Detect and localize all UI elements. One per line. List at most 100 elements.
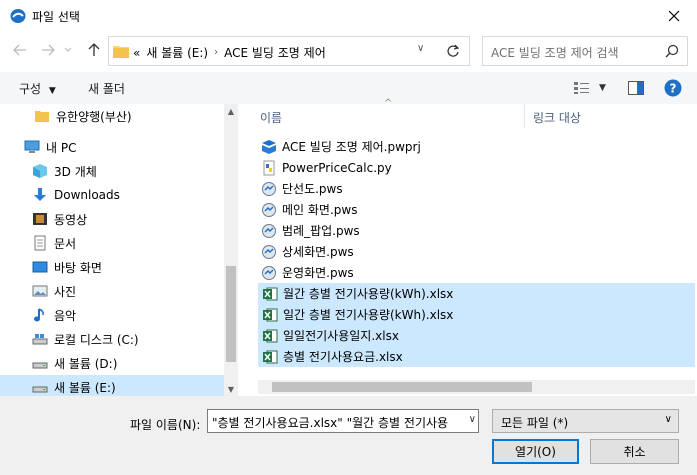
file-item[interactable]: ACE 빌딩 조명 제어.pwprj (258, 136, 695, 157)
cube-icon (33, 164, 47, 178)
column-link-target[interactable]: 링크 대상 (533, 109, 581, 126)
breadcrumb-item-folder[interactable]: ACE 빌딩 조명 제어 (224, 44, 326, 61)
sidebar-item-label: 문서 (54, 236, 77, 251)
desktop-icon (32, 261, 48, 273)
scroll-down-icon[interactable]: ▼ (224, 382, 238, 396)
address-dropdown-icon[interactable]: ∨ (417, 43, 424, 54)
command-bar: 구성 ▼ 새 폴더 ▼ ? (0, 72, 697, 104)
file-item[interactable]: 월간 층별 전기사용량(kWh).xlsx (258, 283, 695, 304)
file-item[interactable]: 일일전기사용일지.xlsx (258, 325, 695, 346)
sidebar-item-local-disk-c[interactable]: 로컬 디스크 (C:) (0, 327, 224, 351)
search-placeholder: ACE 빌딩 조명 제어 검색 (491, 46, 619, 60)
new-folder-button[interactable]: 새 폴더 (88, 80, 125, 97)
file-item[interactable]: 층별 전기사용요금.xlsx (258, 346, 695, 367)
search-icon (665, 44, 679, 58)
scrollbar-thumb[interactable] (272, 382, 532, 392)
cancel-button[interactable]: 취소 (590, 439, 679, 464)
organize-label: 구성 (19, 82, 42, 96)
filename-label: 파일 이름(N): (130, 418, 201, 432)
file-name: PowerPriceCalc.py (282, 160, 392, 175)
file-list: ^ 이름 링크 대상 ACE 빌딩 조명 제어.pwprj PowerPrice… (238, 98, 697, 396)
arrow-right-icon (42, 44, 55, 56)
navigation-pane: 유한양행(부산) 내 PC 3D 개체 Downloads 동영상 문서 바탕 … (0, 104, 238, 396)
address-bar[interactable]: « 새 볼륨 (E:) › ACE 빌딩 조명 제어 ∨ (108, 36, 470, 66)
project-icon (262, 139, 276, 154)
up-button[interactable] (84, 40, 104, 60)
file-item[interactable]: 운영화면.pws (258, 262, 695, 283)
file-item[interactable]: 일간 층별 전기사용량(kWh).xlsx (258, 304, 695, 325)
python-icon (263, 160, 275, 175)
close-button[interactable] (651, 0, 697, 32)
title-bar: 파일 선택 (0, 0, 697, 32)
sidebar-item-downloads[interactable]: Downloads (0, 183, 224, 207)
bottom-panel: 파일 이름(N): "층별 전기사용요금.xlsx" "월간 층별 전기사용 ∨… (0, 396, 697, 475)
breadcrumb-item-drive[interactable]: 새 볼륨 (E:) (146, 44, 208, 61)
preview-pane-button[interactable] (628, 78, 644, 98)
chevron-down-icon: ▼ (599, 83, 606, 93)
close-icon (668, 10, 680, 22)
search-input[interactable]: ACE 빌딩 조명 제어 검색 (482, 36, 688, 66)
filetype-select[interactable]: 모든 파일 (*) ∨ (492, 409, 679, 433)
file-item[interactable]: PowerPriceCalc.py (258, 157, 695, 178)
sidebar-item-label: 바탕 화면 (54, 260, 102, 275)
help-button[interactable]: ? (664, 78, 682, 98)
sidebar-item-volume-e[interactable]: 새 볼륨 (E:) (0, 375, 224, 396)
folder-icon (113, 46, 129, 58)
navigation-bar: « 새 볼륨 (E:) › ACE 빌딩 조명 제어 ∨ ACE 빌딩 조명 제… (0, 32, 697, 70)
sidebar-item-label: 3D 개체 (54, 164, 97, 179)
pws-icon (262, 223, 276, 238)
sidebar-item-label: 새 볼륨 (E:) (54, 380, 116, 395)
filename-input[interactable]: "층별 전기사용요금.xlsx" "월간 층별 전기사용 ∨ (207, 409, 479, 433)
organize-button[interactable]: 구성 ▼ (19, 80, 56, 97)
excel-icon (263, 350, 278, 363)
window-title: 파일 선택 (32, 10, 80, 24)
horizontal-scrollbar[interactable] (258, 380, 695, 394)
file-item[interactable]: 메인 화면.pws (258, 199, 695, 220)
sort-ascending-icon: ^ (384, 98, 393, 109)
chevron-down-icon[interactable]: ∨ (469, 414, 476, 425)
music-icon (34, 308, 44, 322)
sidebar-item-documents[interactable]: 문서 (0, 231, 224, 255)
recent-locations-button[interactable] (62, 40, 74, 60)
refresh-button[interactable] (437, 36, 470, 66)
pws-icon (262, 202, 276, 217)
arrow-up-icon (88, 43, 100, 56)
chevron-down-icon: ∨ (664, 414, 672, 425)
column-name[interactable]: 이름 (260, 109, 282, 126)
sidebar-item-music[interactable]: 음악 (0, 303, 224, 327)
view-list-icon (574, 82, 589, 94)
forward-button[interactable] (38, 40, 58, 60)
breadcrumb-separator-icon[interactable]: › (214, 47, 218, 58)
breadcrumb-overflow[interactable]: « (133, 46, 140, 60)
open-button[interactable]: 열기(O) (492, 439, 579, 464)
scrollbar-thumb[interactable] (226, 266, 236, 362)
sidebar-item-3d-objects[interactable]: 3D 개체 (0, 159, 224, 183)
drive-icon (32, 386, 48, 393)
drive-icon (32, 334, 48, 345)
svg-text:?: ? (670, 82, 677, 96)
file-name: 운영화면.pws (282, 266, 354, 280)
file-item[interactable]: 범례_팝업.pws (258, 220, 695, 241)
chevron-down-icon (64, 47, 72, 52)
file-item[interactable]: 상세화면.pws (258, 241, 695, 262)
back-button[interactable] (10, 40, 30, 60)
scroll-up-icon[interactable]: ▲ (224, 104, 238, 118)
breadcrumb: « 새 볼륨 (E:) › ACE 빌딩 조명 제어 (133, 44, 326, 61)
file-name: 범례_팝업.pws (282, 224, 360, 238)
drive-icon (32, 362, 48, 369)
file-name: 상세화면.pws (282, 245, 354, 259)
view-options-button[interactable]: ▼ (573, 78, 606, 98)
file-name: 메인 화면.pws (282, 203, 358, 217)
sidebar-item-pictures[interactable]: 사진 (0, 279, 224, 303)
sidebar-item-yuhan[interactable]: 유한양행(부산) (0, 104, 224, 128)
sidebar-item-videos[interactable]: 동영상 (0, 207, 224, 231)
column-divider[interactable] (524, 104, 525, 128)
sidebar-item-desktop[interactable]: 바탕 화면 (0, 255, 224, 279)
sidebar-item-this-pc[interactable]: 내 PC (0, 135, 224, 159)
file-name: 일간 층별 전기사용량(kWh).xlsx (283, 308, 454, 322)
folder-icon (35, 111, 49, 122)
sidebar-scrollbar[interactable]: ▲ ▼ (224, 104, 238, 396)
filetype-value: 모든 파일 (*) (501, 416, 569, 430)
file-item[interactable]: 단선도.pws (258, 178, 695, 199)
sidebar-item-volume-d[interactable]: 새 볼륨 (D:) (0, 351, 224, 375)
